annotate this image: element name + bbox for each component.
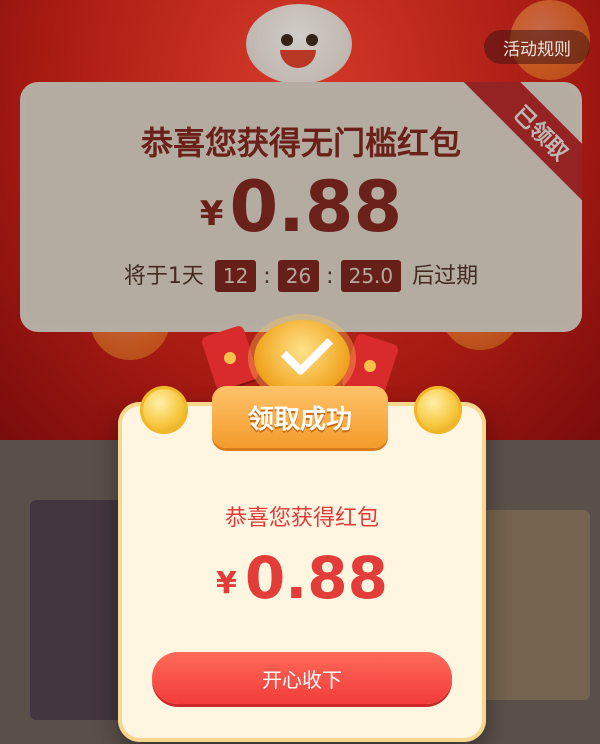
check-icon — [280, 323, 334, 377]
coupon-amount-value: 0.88 — [229, 166, 403, 248]
coin-icon — [140, 386, 188, 434]
success-banner: 领取成功 — [212, 386, 388, 448]
popup-subtitle: 恭喜您获得红包 — [224, 506, 379, 531]
expiry-countdown: 将于1天 12:26:25.0 后过期 — [20, 258, 582, 292]
activity-rules-button[interactable]: 活动规则 — [484, 30, 590, 64]
coupon-amount: ¥0.88 — [20, 166, 582, 248]
coin-icon — [414, 386, 462, 434]
countdown-minutes: 26 — [277, 260, 320, 292]
popup-amount: ¥0.88 — [118, 544, 486, 612]
accept-button[interactable]: 开心收下 — [152, 652, 452, 704]
countdown-suffix: 后过期 — [412, 264, 479, 289]
coupon-title: 恭喜您获得无门槛红包 — [140, 124, 461, 162]
accept-button-label: 开心收下 — [262, 667, 342, 692]
mascot-eye — [281, 34, 293, 46]
success-popup: 恭喜您获得红包 ¥0.88 开心收下 — [118, 402, 486, 742]
countdown-hours: 12 — [214, 260, 257, 292]
countdown-seconds: 25.0 — [340, 260, 402, 292]
countdown-prefix: 将于1天 — [123, 264, 204, 289]
background-product-card — [480, 510, 590, 700]
mascot-icon — [246, 4, 352, 84]
activity-rules-label: 活动规则 — [503, 39, 571, 60]
countdown-separator: : — [263, 264, 271, 289]
mascot-eye — [306, 34, 318, 46]
currency-symbol: ¥ — [199, 194, 224, 234]
currency-symbol: ¥ — [216, 566, 237, 601]
coupon-card: 已领取 恭喜您获得无门槛红包 ¥0.88 将于1天 12:26:25.0 后过期 — [20, 82, 582, 332]
popup-amount-value: 0.88 — [244, 544, 388, 612]
success-banner-label: 领取成功 — [247, 404, 352, 435]
success-emblem — [254, 320, 350, 396]
mascot-mouth — [280, 50, 316, 68]
countdown-separator: : — [326, 264, 334, 289]
